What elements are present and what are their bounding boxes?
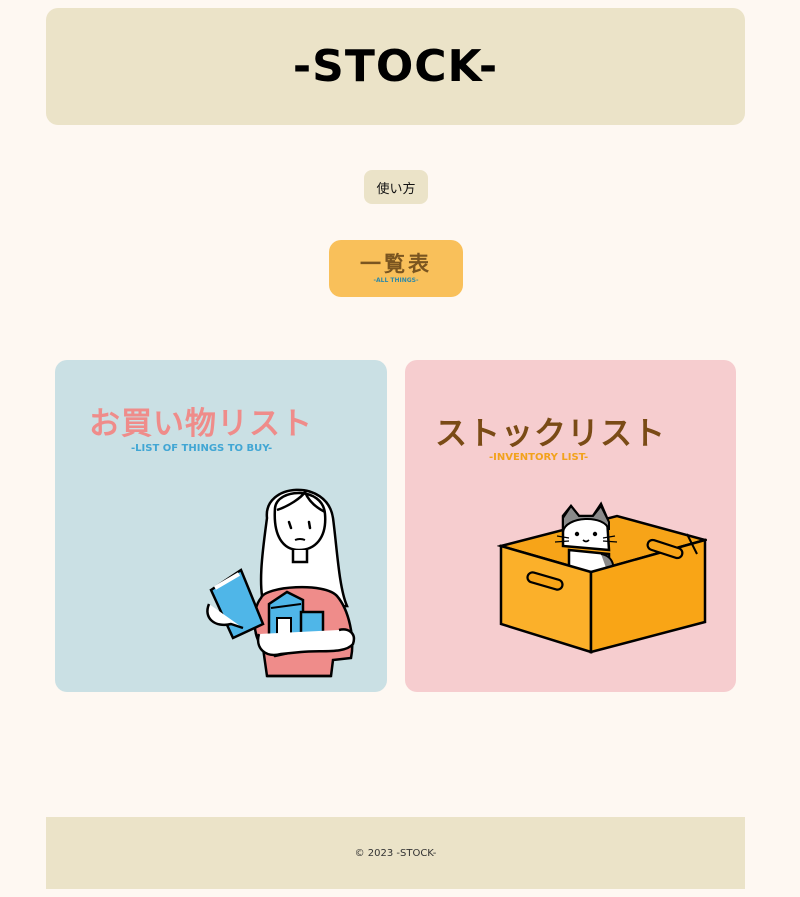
all-list-title: 一覧表	[360, 252, 432, 276]
stock-list-subtitle: -INVENTORY LIST-	[489, 452, 589, 463]
stock-list-card[interactable]: ストックリスト -INVENTORY LIST-	[405, 360, 736, 692]
shopping-list-title: お買い物リスト	[89, 406, 313, 442]
cat-in-box-illustration	[497, 501, 707, 654]
stock-list-title: ストックリスト	[435, 414, 667, 452]
how-to-button[interactable]: 使い方	[364, 170, 428, 204]
girl-holding-groceries-illustration	[206, 488, 356, 678]
shopping-list-subtitle: -LIST OF THINGS TO BUY-	[131, 443, 273, 454]
shopping-list-card[interactable]: お買い物リスト -LIST OF THINGS TO BUY-	[55, 360, 387, 692]
site-logo[interactable]: -STOCK-	[293, 41, 498, 92]
all-list-subtitle: -ALL THINGS-	[373, 277, 419, 284]
copyright-text: © 2023 -STOCK-	[354, 847, 437, 859]
site-footer: © 2023 -STOCK-	[46, 817, 745, 889]
all-list-button[interactable]: 一覧表 -ALL THINGS-	[329, 240, 463, 297]
site-header: -STOCK-	[46, 8, 745, 125]
